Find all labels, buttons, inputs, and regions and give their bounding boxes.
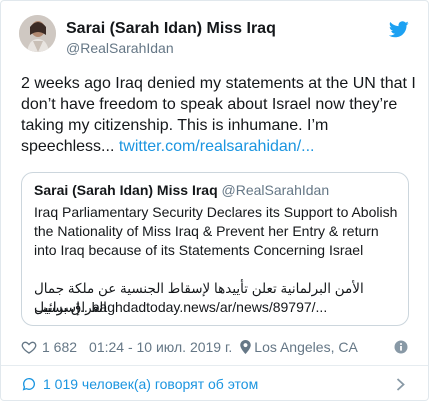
divider: [1, 365, 428, 366]
timestamp[interactable]: 01:24 - 10 июл. 2019 г.: [89, 339, 232, 355]
quoted-arabic-word: إسرائيل..: [34, 299, 88, 315]
conversation-link[interactable]: 1 019 человек(а) говорят об этом: [21, 375, 258, 393]
tweet-embed-card: Sarai (Sarah Idan) Miss Iraq @RealSarahI…: [0, 0, 429, 401]
twitter-bird-icon[interactable]: [389, 21, 409, 38]
location-icon: [240, 340, 252, 354]
quoted-header: Sarai (Sarah Idan) Miss Iraq @RealSarahI…: [34, 182, 329, 198]
avatar[interactable]: [19, 15, 56, 52]
quoted-author-name: Sarai (Sarah Idan) Miss Iraq: [34, 182, 218, 198]
like-count[interactable]: 1 682: [42, 339, 77, 355]
quoted-tweet[interactable]: Sarai (Sarah Idan) Miss Iraq @RealSarahI…: [21, 172, 409, 326]
talking-count[interactable]: 1 019 человек(а) говорят об этом: [43, 376, 258, 392]
comment-bubble-icon: [22, 378, 35, 391]
quoted-author-handle: @RealSarahIdan: [221, 182, 330, 198]
avatar-image: [19, 15, 56, 52]
author-name[interactable]: Sarai (Sarah Idan) Miss Iraq: [66, 20, 276, 38]
info-icon[interactable]: [394, 340, 408, 354]
tweet-text: 2 weeks ago Iraq denied my statements at…: [21, 73, 416, 157]
quoted-link: baghdadtoday.news/ar/news/89797/...: [87, 299, 328, 315]
quoted-text: Iraq Parliamentary Security Declares its…: [34, 204, 398, 258]
heart-icon[interactable]: [21, 339, 37, 355]
quoted-arabic-line2: إسرائيل.. baghdadtoday.news/ar/news/8979…: [34, 298, 400, 317]
tweet-link[interactable]: twitter.com/realsarahidan/...: [119, 138, 315, 155]
chevron-right-icon[interactable]: [396, 378, 405, 391]
location[interactable]: Los Angeles, CA: [254, 339, 358, 355]
author-handle[interactable]: @RealSarahIdan: [66, 40, 174, 56]
tweet-meta: 1 682 01:24 - 10 июл. 2019 г. Los Angele…: [21, 337, 358, 357]
